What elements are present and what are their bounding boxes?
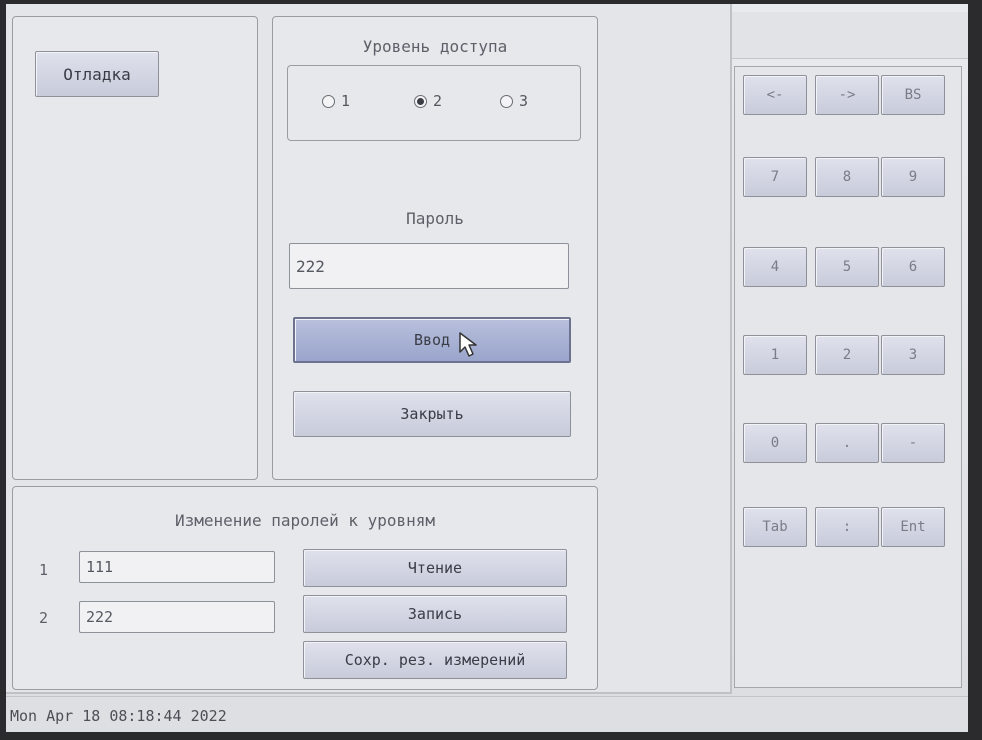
access-level-title: Уровень доступа [362, 37, 508, 56]
login-panel: Уровень доступа 1 2 3 Пароль 222 Ввод За… [272, 16, 598, 480]
keypad-title-bar [732, 12, 968, 59]
level-1-password-field[interactable]: 111 [79, 551, 275, 583]
keypad-key[interactable]: 6 [881, 247, 945, 287]
radio-unchecked-icon [500, 94, 513, 108]
read-button[interactable]: Чтение [303, 549, 567, 587]
keypad-key[interactable]: 4 [743, 247, 807, 287]
status-datetime: Mon Apr 18 08:18:44 2022 [10, 707, 227, 725]
keypad-panel: <- -> BS 7 8 9 4 5 6 1 2 3 0. - Tab: Ent [734, 66, 962, 688]
keypad-key[interactable]: . [815, 423, 879, 463]
level-2-password-field[interactable]: 222 [79, 601, 275, 633]
level-2-number: 2 [39, 609, 49, 627]
keypad-key[interactable]: 3 [881, 335, 945, 375]
access-level-option-1[interactable]: 1 [322, 92, 350, 110]
keypad-key[interactable]: 7 [743, 157, 807, 197]
password-change-panel: Изменение паролей к уровням 1 111 2 222 … [12, 486, 598, 690]
radio-checked-icon [414, 94, 427, 108]
debug-button[interactable]: Отладка [35, 51, 159, 97]
keypad-key[interactable]: 9 [881, 157, 945, 197]
keypad-key[interactable]: -> [815, 75, 879, 115]
enter-button[interactable]: Ввод [293, 317, 571, 363]
save-measurements-button[interactable]: Сохр. рез. измерений [303, 641, 567, 679]
keypad-key[interactable]: : [815, 507, 879, 547]
main-window: Отладка Уровень доступа 1 2 3 Пароль 222… [6, 4, 732, 694]
keypad-window: <- -> BS 7 8 9 4 5 6 1 2 3 0. - Tab: Ent [732, 4, 968, 694]
keypad-key[interactable]: 1 [743, 335, 807, 375]
keypad-key[interactable]: Tab [743, 507, 807, 547]
touch-screen: Отладка Уровень доступа 1 2 3 Пароль 222… [6, 4, 968, 732]
mouse-pointer-icon [459, 332, 477, 357]
keypad-key[interactable]: 5 [815, 247, 879, 287]
access-level-option-3[interactable]: 3 [500, 92, 528, 110]
password-change-title: Изменение паролей к уровням [174, 511, 436, 530]
access-level-option-1-label: 1 [341, 92, 351, 110]
access-level-option-2-label: 2 [433, 92, 443, 110]
keypad-key[interactable]: <- [743, 75, 807, 115]
keypad-key[interactable]: 8 [815, 157, 879, 197]
password-label: Пароль [406, 209, 464, 228]
radio-unchecked-icon [322, 94, 335, 108]
access-level-option-3-label: 3 [519, 92, 529, 110]
access-level-option-2[interactable]: 2 [414, 92, 442, 110]
debug-panel: Отладка [12, 16, 258, 480]
keypad-key[interactable]: Ent [881, 507, 945, 547]
close-button[interactable]: Закрыть [293, 391, 571, 437]
keypad-key[interactable]: 0 [743, 423, 807, 463]
keypad-key[interactable]: - [881, 423, 945, 463]
keypad-key[interactable]: 2 [815, 335, 879, 375]
password-input[interactable]: 222 [289, 243, 569, 289]
keypad-key[interactable]: BS [881, 75, 945, 115]
level-1-number: 1 [39, 561, 49, 579]
status-bar: Mon Apr 18 08:18:44 2022 [6, 696, 968, 732]
access-level-group: 1 2 3 [287, 65, 581, 141]
write-button[interactable]: Запись [303, 595, 567, 633]
